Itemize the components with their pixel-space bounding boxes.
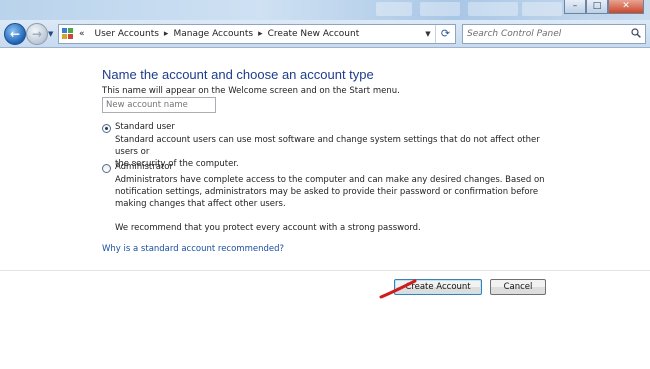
chevron-right-icon[interactable]: ▸ (258, 29, 263, 39)
standard-account-help-link[interactable]: Why is a standard account recommended? (102, 244, 284, 254)
password-recommendation: We recommend that you protect every acco… (115, 223, 421, 233)
refresh-icon[interactable]: ⟳ (435, 25, 455, 43)
administrator-radio[interactable] (102, 164, 111, 173)
forward-arrow-icon: → (31, 27, 43, 41)
page-subtitle: This name will appear on the Welcome scr… (102, 86, 400, 96)
minimize-icon[interactable]: – (564, 0, 586, 14)
background-blur (522, 2, 562, 16)
recent-pages-dropdown-icon[interactable]: ▼ (48, 30, 53, 38)
back-button[interactable]: ← (4, 23, 26, 45)
main-content: Name the account and choose an account t… (0, 49, 650, 369)
back-arrow-icon: ← (9, 27, 21, 41)
breadcrumb-user-accounts[interactable]: User Accounts (95, 29, 159, 39)
search-icon[interactable] (631, 28, 641, 38)
forward-button[interactable]: → (26, 23, 48, 45)
standard-user-radio[interactable] (102, 124, 111, 133)
page-title: Name the account and choose an account t… (102, 67, 374, 82)
standard-user-description: Standard account users can use most soft… (115, 135, 540, 169)
breadcrumb-create-new-account[interactable]: Create New Account (268, 29, 360, 39)
breadcrumb-overflow[interactable]: « (79, 29, 85, 39)
administrator-description: Administrators have complete access to t… (115, 175, 545, 209)
background-blur (468, 2, 518, 16)
account-name-input[interactable] (102, 97, 216, 113)
close-icon[interactable]: ✕ (608, 0, 644, 14)
background-blur (376, 2, 412, 16)
address-dropdown-icon[interactable]: ▼ (421, 30, 435, 38)
cancel-button[interactable]: Cancel (490, 279, 546, 295)
navigation-toolbar: ← → ▼ « User Accounts ▸ Manage Accounts … (0, 20, 650, 48)
background-blur (420, 2, 460, 16)
breadcrumb-manage-accounts[interactable]: Manage Accounts (173, 29, 253, 39)
window-frame: – □ ✕ (0, 0, 650, 20)
window-controls: – □ ✕ (564, 0, 644, 14)
chevron-right-icon[interactable]: ▸ (164, 29, 169, 39)
control-panel-icon (62, 28, 76, 40)
standard-user-label[interactable]: Standard user (115, 122, 175, 132)
search-input[interactable]: Search Control Panel (462, 24, 646, 44)
divider (0, 270, 650, 271)
address-bar[interactable]: « User Accounts ▸ Manage Accounts ▸ Crea… (58, 24, 456, 44)
maximize-icon[interactable]: □ (586, 0, 608, 14)
administrator-label[interactable]: Administrator (115, 162, 173, 172)
red-pointer-annotation (379, 279, 417, 299)
search-placeholder: Search Control Panel (467, 29, 562, 39)
